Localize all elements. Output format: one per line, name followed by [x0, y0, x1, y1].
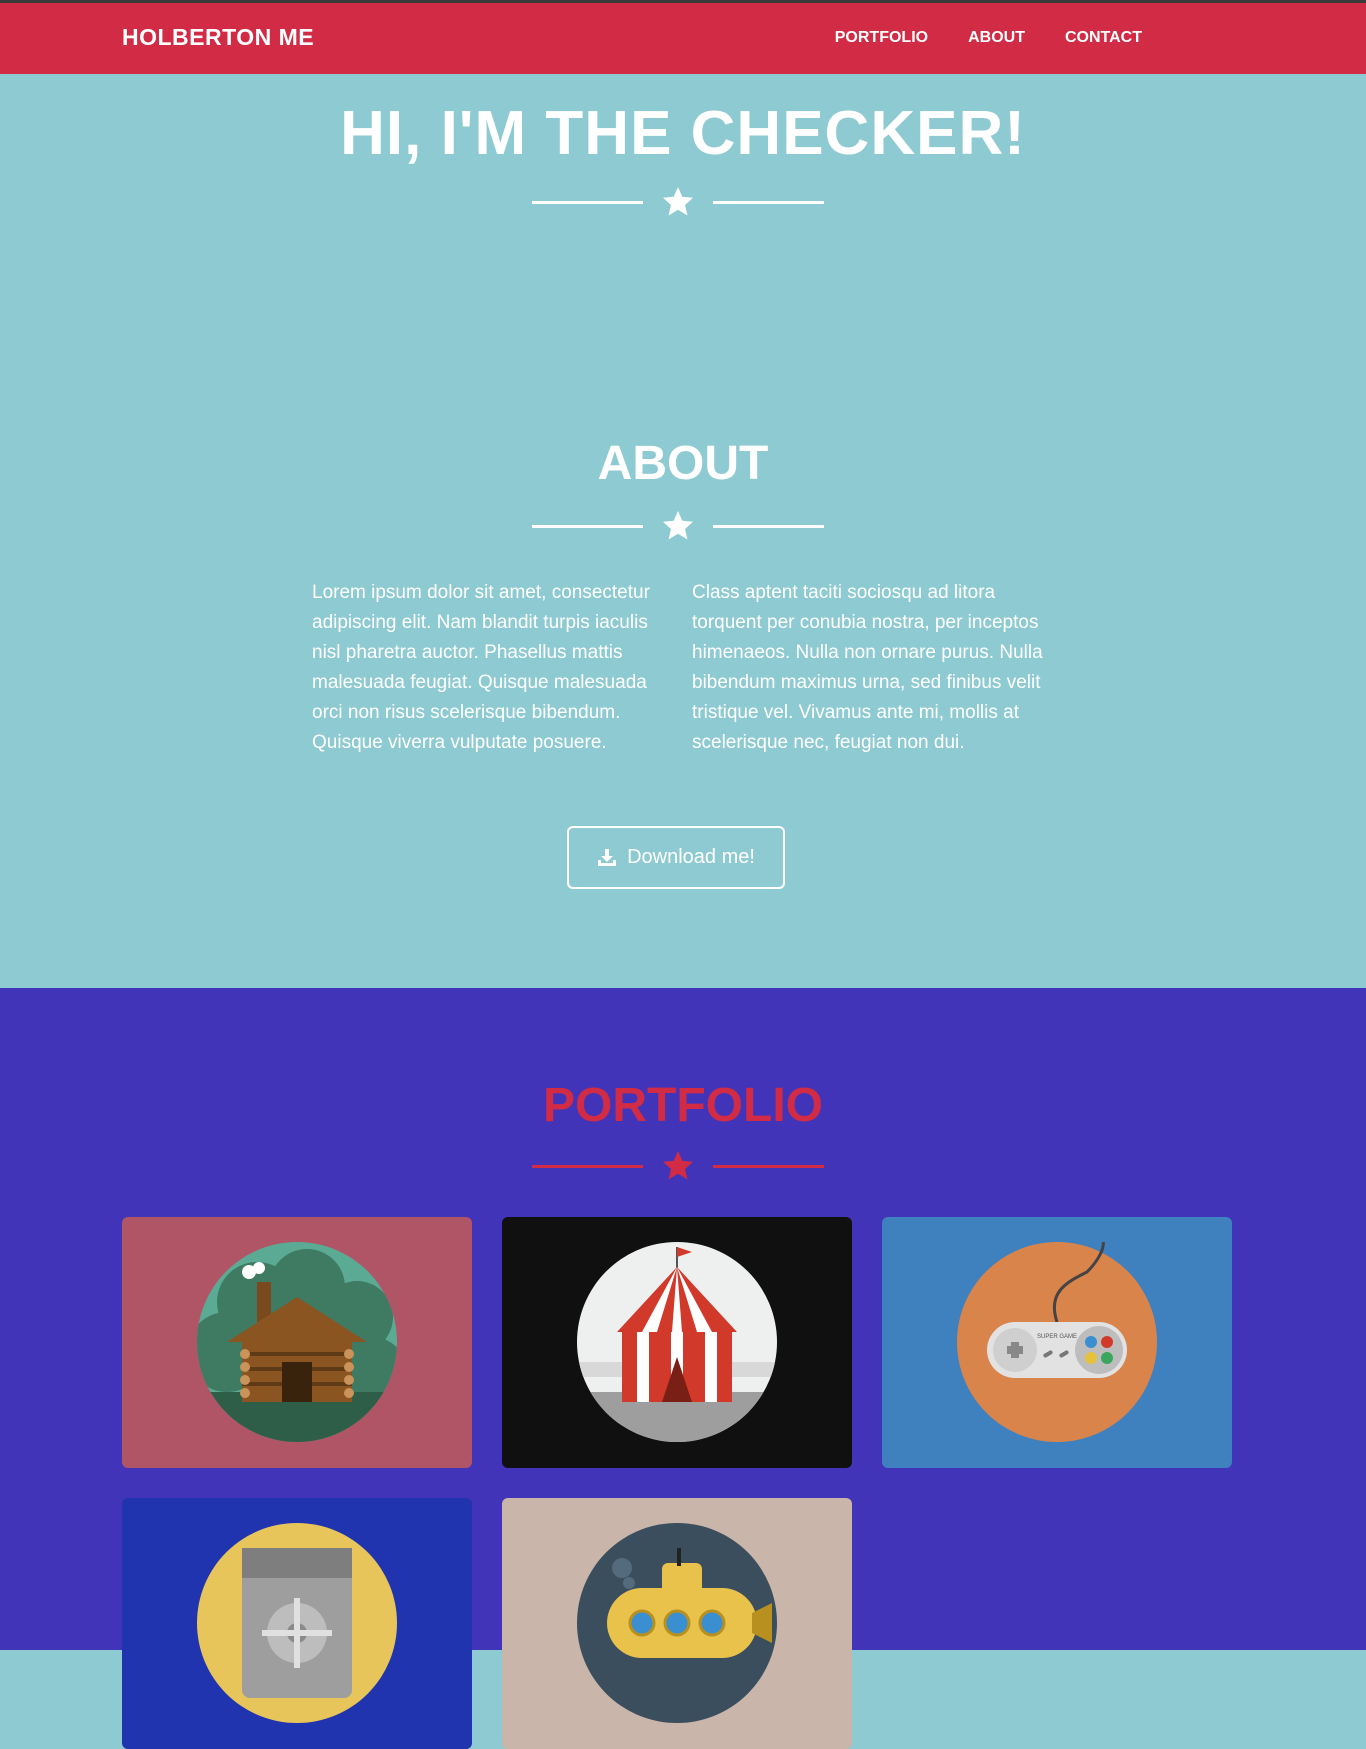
portfolio-star-divider — [532, 1148, 824, 1184]
game-controller-icon: SUPER GAME — [957, 1242, 1157, 1442]
portfolio-item-circus[interactable] — [502, 1217, 852, 1468]
portfolio-item-cabin[interactable] — [122, 1217, 472, 1468]
about-star-divider — [532, 508, 824, 544]
nav-links: PORTFOLIO ABOUT CONTACT — [835, 29, 1142, 47]
download-icon — [598, 848, 617, 866]
circus-tent-icon — [577, 1242, 777, 1442]
nav-link-contact[interactable]: CONTACT — [1065, 29, 1142, 47]
star-icon — [663, 511, 693, 540]
navbar: HOLBERTON ME PORTFOLIO ABOUT CONTACT — [0, 3, 1366, 74]
divider-line — [713, 525, 824, 528]
download-button[interactable]: Download me! — [567, 826, 785, 889]
portfolio-item-controller[interactable]: SUPER GAME — [882, 1217, 1232, 1468]
log-cabin-icon — [197, 1242, 397, 1442]
about-text-right: Class aptent taciti sociosqu ad litora t… — [692, 582, 1043, 753]
about-text-left: Lorem ipsum dolor sit amet, consectetur … — [312, 582, 650, 753]
submarine-icon — [577, 1523, 777, 1723]
portfolio-section: PORTFOLIO SUPER GAME — [0, 988, 1366, 1749]
safe-icon — [197, 1523, 397, 1723]
about-title: ABOUT — [597, 437, 769, 490]
divider-line — [532, 1165, 643, 1168]
hero-title: HI, I'M THE CHECKER! — [340, 99, 1026, 168]
nav-link-portfolio[interactable]: PORTFOLIO — [835, 29, 928, 47]
divider-line — [532, 201, 643, 204]
divider-line — [713, 1165, 824, 1168]
portfolio-item-safe[interactable] — [122, 1498, 472, 1749]
controller-label: SUPER GAME — [1037, 1334, 1077, 1340]
star-icon — [663, 187, 693, 216]
nav-link-about[interactable]: ABOUT — [968, 29, 1025, 47]
divider-line — [713, 201, 824, 204]
hero-star-divider — [532, 184, 824, 220]
brand-logo[interactable]: HOLBERTON ME — [122, 24, 314, 51]
portfolio-item-submarine[interactable] — [502, 1498, 852, 1749]
portfolio-title: PORTFOLIO — [543, 1079, 823, 1132]
divider-line — [532, 525, 643, 528]
download-button-label: Download me! — [627, 846, 755, 868]
star-icon — [663, 1151, 693, 1180]
